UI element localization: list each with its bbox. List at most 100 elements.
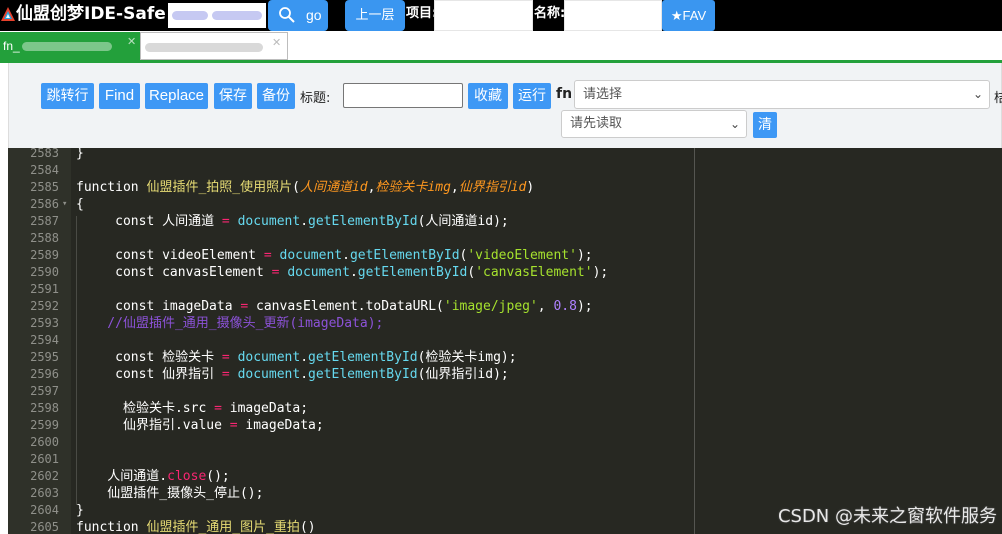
blurred-text	[145, 43, 263, 52]
code-line[interactable]: const canvasElement = document.getElemen…	[76, 264, 608, 281]
code-token: 0.8	[553, 299, 577, 314]
code-editor[interactable]: 2583} 2584 2585 function 仙盟插件_拍照_使用照片(人间通道i…	[8, 148, 1002, 534]
code-line[interactable]: const 检验关卡 = document.getElementById(检验关…	[76, 349, 517, 366]
path-input[interactable]	[168, 3, 266, 28]
code-token: const videoElement	[76, 248, 264, 263]
backup-button[interactable]: 备份	[257, 83, 295, 109]
code-token: 仙盟插件_摄像头_停止();	[76, 486, 264, 501]
code-line[interactable]: function 仙盟插件_拍照_使用照片(人间通道id,检验关卡img,仙界指…	[76, 179, 534, 196]
line-number: 2587	[30, 214, 59, 228]
line-number: 2585	[30, 180, 59, 194]
go-label: go	[306, 7, 322, 23]
fn-label: fn	[556, 86, 573, 102]
code-token: document	[279, 248, 343, 263]
code-token: .	[342, 248, 350, 263]
code-token: imageData;	[237, 418, 324, 433]
code-line[interactable]: }	[76, 148, 84, 162]
save-button[interactable]: 保存	[214, 83, 252, 109]
code-line[interactable]: //仙盟插件_通用_摄像头_更新(imageData);	[76, 315, 383, 332]
code-token: ,	[450, 180, 459, 195]
line-number: 2584	[30, 163, 59, 177]
fold-arrow-icon[interactable]: ▾	[62, 196, 67, 213]
editor-toolbar: 跳转行 Find Replace 保存 备份 标题: 收藏 运行 fn 请选择 …	[8, 63, 1002, 148]
function-select[interactable]: 请选择 ⌄	[574, 80, 990, 109]
code-token: ();	[206, 469, 230, 484]
code-token: ,	[537, 299, 554, 314]
code-token: 'image/jpeg'	[443, 299, 538, 314]
code-line[interactable]: }	[76, 502, 84, 519]
code-token: 仙界指引id	[458, 180, 527, 195]
code-token: function	[76, 180, 147, 195]
code-token: imageData;	[221, 401, 309, 416]
line-number: 2601	[30, 452, 59, 466]
jump-line-button[interactable]: 跳转行	[41, 83, 94, 109]
line-number: 2592	[30, 299, 59, 313]
tab-inactive[interactable]: ✕	[140, 32, 288, 60]
code-token: document	[237, 350, 301, 365]
code-token: =	[271, 265, 280, 280]
code-token: (	[292, 180, 300, 195]
code-token: );	[576, 248, 593, 263]
line-number: 2597	[30, 384, 59, 398]
code-line[interactable]: const videoElement = document.getElement…	[76, 247, 593, 264]
line-number: 2595	[30, 350, 59, 364]
app-title: 仙盟创梦IDE-Safe	[16, 4, 166, 24]
line-number: 2594	[30, 333, 59, 347]
code-token: {	[76, 197, 84, 212]
project-input[interactable]	[434, 0, 533, 31]
read-select[interactable]: 请先读取 ⌄	[561, 110, 747, 138]
code-line[interactable]: const 人间通道 = document.getElementById(人间通…	[76, 213, 509, 230]
collect-button[interactable]: 收藏	[468, 83, 508, 109]
line-number: 2586	[30, 197, 59, 211]
search-icon	[279, 7, 295, 23]
fav-button[interactable]: ★FAV	[662, 0, 715, 31]
code-line[interactable]: {	[76, 196, 84, 213]
cutoff-label: 桔	[994, 91, 1002, 106]
line-number: 2605	[30, 520, 59, 534]
code-token: 仙盟插件_通用_图片_重拍	[146, 520, 300, 534]
tab-active[interactable]: fn_ ✕	[0, 32, 140, 60]
line-number: 2598	[30, 401, 59, 415]
code-token: =	[263, 248, 272, 263]
close-icon[interactable]: ✕	[272, 36, 281, 49]
title-input[interactable]	[343, 83, 463, 108]
code-line[interactable]: 人间通道.close();	[76, 468, 230, 485]
line-number: 2588	[30, 231, 59, 245]
code-line[interactable]: const imageData = canvasElement.toDataUR…	[76, 298, 592, 315]
find-button[interactable]: Find	[99, 83, 140, 109]
title-label: 标题:	[300, 91, 331, 106]
code-token: 'videoElement'	[467, 248, 577, 263]
code-token: canvasElement.toDataURL(	[248, 299, 444, 314]
code-token: (检验关卡img);	[417, 350, 517, 365]
line-number: 2593	[30, 316, 59, 330]
code-line[interactable]: 仙界指引.value = imageData;	[76, 417, 324, 434]
name-input[interactable]	[564, 0, 662, 31]
line-number: 2604	[30, 503, 59, 517]
code-line[interactable]: 仙盟插件_摄像头_停止();	[76, 485, 263, 502]
code-token: (	[467, 265, 476, 280]
code-token: 仙盟插件_拍照_使用照片	[146, 180, 293, 195]
up-level-button[interactable]: 上一层	[345, 0, 405, 31]
close-icon[interactable]: ✕	[127, 35, 136, 48]
watermark: CSDN @未来之窗软件服务	[777, 506, 997, 527]
name-label: 名称:	[534, 6, 566, 21]
code-token: const 检验关卡	[76, 350, 222, 365]
chevron-down-icon: ⌄	[972, 87, 983, 101]
code-line[interactable]: const 仙界指引 = document.getElementById(仙界指…	[76, 366, 509, 383]
go-button[interactable]: go	[268, 0, 328, 31]
replace-button[interactable]: Replace	[145, 83, 208, 109]
line-number: 2600	[30, 435, 59, 449]
run-button[interactable]: 运行	[513, 83, 551, 109]
code-token: =	[221, 367, 230, 382]
code-token: )	[526, 180, 535, 195]
code-line[interactable]: function 仙盟插件_通用_图片_重拍()	[76, 519, 316, 534]
code-token: const 人间通道	[76, 214, 222, 229]
code-token: }	[76, 503, 84, 518]
code-line[interactable]: 检验关卡.src = imageData;	[76, 400, 308, 417]
clear-button[interactable]: 清	[753, 112, 777, 138]
line-number: 2589	[30, 248, 59, 262]
